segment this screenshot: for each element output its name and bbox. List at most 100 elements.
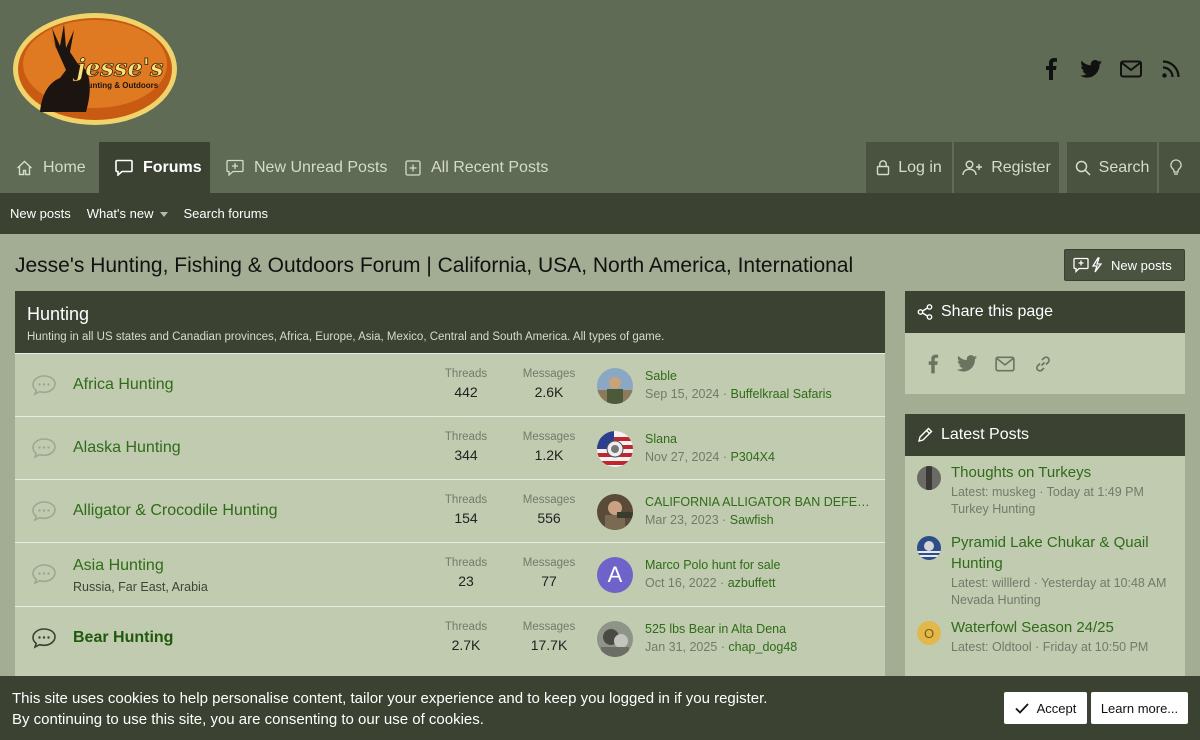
sub-nav: New posts What's new Search forums: [0, 193, 1200, 234]
messages-label: Messages: [522, 494, 576, 506]
nav-forums[interactable]: Forums: [99, 142, 210, 193]
last-post-user[interactable]: P304X4: [730, 450, 774, 464]
mail-icon[interactable]: [995, 356, 1015, 372]
forum-title[interactable]: Asia Hunting: [73, 557, 164, 575]
facebook-icon[interactable]: [927, 354, 939, 374]
link-icon[interactable]: [1033, 354, 1053, 374]
avatar[interactable]: O: [917, 621, 941, 645]
forum-category-block: Hunting Hunting in all US states and Can…: [15, 291, 885, 676]
forum-row: Bear Hunting Threads 2.7K Messages 17.7K 5…: [15, 606, 885, 676]
latest-posts-title: Latest Posts: [941, 426, 1030, 443]
last-post-user[interactable]: azbuffett: [728, 576, 776, 590]
threads-count: 23: [458, 573, 474, 589]
forum-row: Asia Hunting Russia, Far East, Arabia Th…: [15, 542, 885, 606]
threads-count: 442: [454, 384, 478, 400]
last-post-date: Jan 31, 2025: [645, 640, 718, 654]
category-title[interactable]: Hunting: [27, 304, 873, 325]
last-post-title[interactable]: Marco Polo hunt for sale: [645, 558, 877, 572]
messages-count: 17.7K: [530, 637, 568, 653]
logo-subtext: Hunting & Outdoors: [82, 81, 159, 90]
avatar[interactable]: A: [597, 557, 633, 593]
last-post-date: Mar 23, 2023: [645, 513, 719, 527]
nav-home[interactable]: Home: [16, 142, 86, 193]
twitter-icon[interactable]: [957, 355, 977, 372]
lightbulb-icon: [1169, 159, 1182, 175]
threads-stat: Threads 344: [436, 431, 496, 463]
forum-title[interactable]: Alligator & Crocodile Hunting: [73, 502, 278, 520]
latest-posts-header: Latest Posts: [905, 414, 1185, 456]
last-post-title[interactable]: CALIFORNIA ALLIGATOR BAN DEFEATED: [645, 495, 877, 509]
forum-read-icon: [32, 501, 56, 522]
latest-post-meta: Latest: Oldtool · Friday at 10:50 PM: [951, 640, 1149, 654]
forum-title[interactable]: Bear Hunting: [73, 629, 173, 647]
subnav-new-posts[interactable]: New posts: [10, 206, 71, 221]
messages-label: Messages: [522, 431, 576, 443]
cookie-accept-label: Accept: [1036, 700, 1077, 716]
site-logo[interactable]: jesse's Hunting & Outdoors: [12, 12, 178, 126]
latest-post-item: Thoughts on Turkeys Latest: muskeg · Tod…: [905, 462, 1185, 522]
forum-title[interactable]: Africa Hunting: [73, 376, 174, 394]
threads-count: 344: [454, 447, 478, 463]
comment-plus-icon: [226, 159, 244, 176]
last-post-user[interactable]: chap_dog48: [728, 640, 797, 654]
messages-stat: Messages 556: [519, 494, 579, 526]
avatar[interactable]: [597, 431, 633, 467]
cookie-accept-button[interactable]: Accept: [1004, 692, 1087, 724]
last-post-title[interactable]: 525 lbs Bear in Alta Dena: [645, 622, 877, 636]
avatar[interactable]: [597, 368, 633, 404]
subnav-search-forums[interactable]: Search forums: [184, 206, 269, 221]
forum-title[interactable]: Alaska Hunting: [73, 439, 181, 457]
login-button[interactable]: Log in: [866, 142, 952, 193]
messages-stat: Messages 2.6K: [519, 368, 579, 400]
check-icon: [1014, 702, 1029, 714]
register-button[interactable]: Register: [954, 142, 1059, 193]
mail-icon[interactable]: [1120, 58, 1142, 80]
share-header: Share this page: [905, 291, 1185, 333]
last-post-user[interactable]: Buffelkraal Safaris: [730, 387, 831, 401]
share-buttons: [905, 333, 1185, 394]
messages-count: 77: [541, 573, 557, 589]
threads-stat: Threads 23: [436, 557, 496, 589]
facebook-icon[interactable]: [1040, 58, 1062, 80]
share-widget: Share this page: [905, 291, 1185, 394]
cookie-notice: This site uses cookies to help personali…: [0, 676, 1200, 740]
threads-label: Threads: [444, 621, 488, 633]
nav-forums-label: Forums: [143, 158, 202, 176]
category-header: Hunting Hunting in all US states and Can…: [15, 291, 885, 353]
new-posts-button[interactable]: New posts: [1064, 249, 1185, 281]
forum-unread-icon: [32, 628, 56, 649]
nav-all-recent[interactable]: All Recent Posts: [405, 142, 548, 193]
cookie-learn-more-button[interactable]: Learn more...: [1091, 692, 1188, 724]
avatar[interactable]: [597, 494, 633, 530]
avatar-letter: O: [923, 625, 935, 641]
avatar[interactable]: [917, 536, 941, 560]
threads-label: Threads: [444, 494, 488, 506]
latest-post-title[interactable]: Thoughts on Turkeys: [951, 462, 1185, 483]
latest-post-title[interactable]: Pyramid Lake Chukar & Quail Hunting: [951, 532, 1185, 574]
nav-new-unread-label: New Unread Posts: [254, 158, 388, 176]
threads-count: 154: [454, 510, 478, 526]
messages-count: 2.6K: [534, 384, 564, 400]
threads-label: Threads: [444, 368, 488, 380]
last-post-user[interactable]: Sawfish: [730, 513, 774, 527]
avatar[interactable]: [917, 466, 941, 490]
search-button[interactable]: Search: [1067, 142, 1157, 193]
latest-post-forum[interactable]: Nevada Hunting: [951, 593, 1185, 607]
messages-stat: Messages 17.7K: [519, 621, 579, 653]
twitter-icon[interactable]: [1080, 58, 1102, 80]
threads-count: 2.7K: [451, 637, 481, 653]
subnav-whats-new[interactable]: What's new: [87, 206, 168, 221]
new-posts-icon: [1073, 257, 1103, 273]
nav-new-unread[interactable]: New Unread Posts: [226, 142, 387, 193]
last-post: 525 lbs Bear in Alta Dena Jan 31, 2025 ·…: [645, 622, 877, 654]
latest-post-forum[interactable]: Turkey Hunting: [951, 502, 1185, 516]
latest-post-title[interactable]: Waterfowl Season 24/25: [951, 617, 1185, 638]
nav-all-recent-label: All Recent Posts: [431, 158, 549, 176]
avatar[interactable]: [597, 621, 633, 657]
search-label: Search: [1098, 158, 1150, 176]
share-title: Share this page: [941, 303, 1054, 320]
rss-icon[interactable]: [1160, 58, 1182, 80]
style-toggle-button[interactable]: [1159, 142, 1200, 193]
last-post-title[interactable]: Slana: [645, 432, 877, 446]
last-post-title[interactable]: Sable: [645, 369, 877, 383]
